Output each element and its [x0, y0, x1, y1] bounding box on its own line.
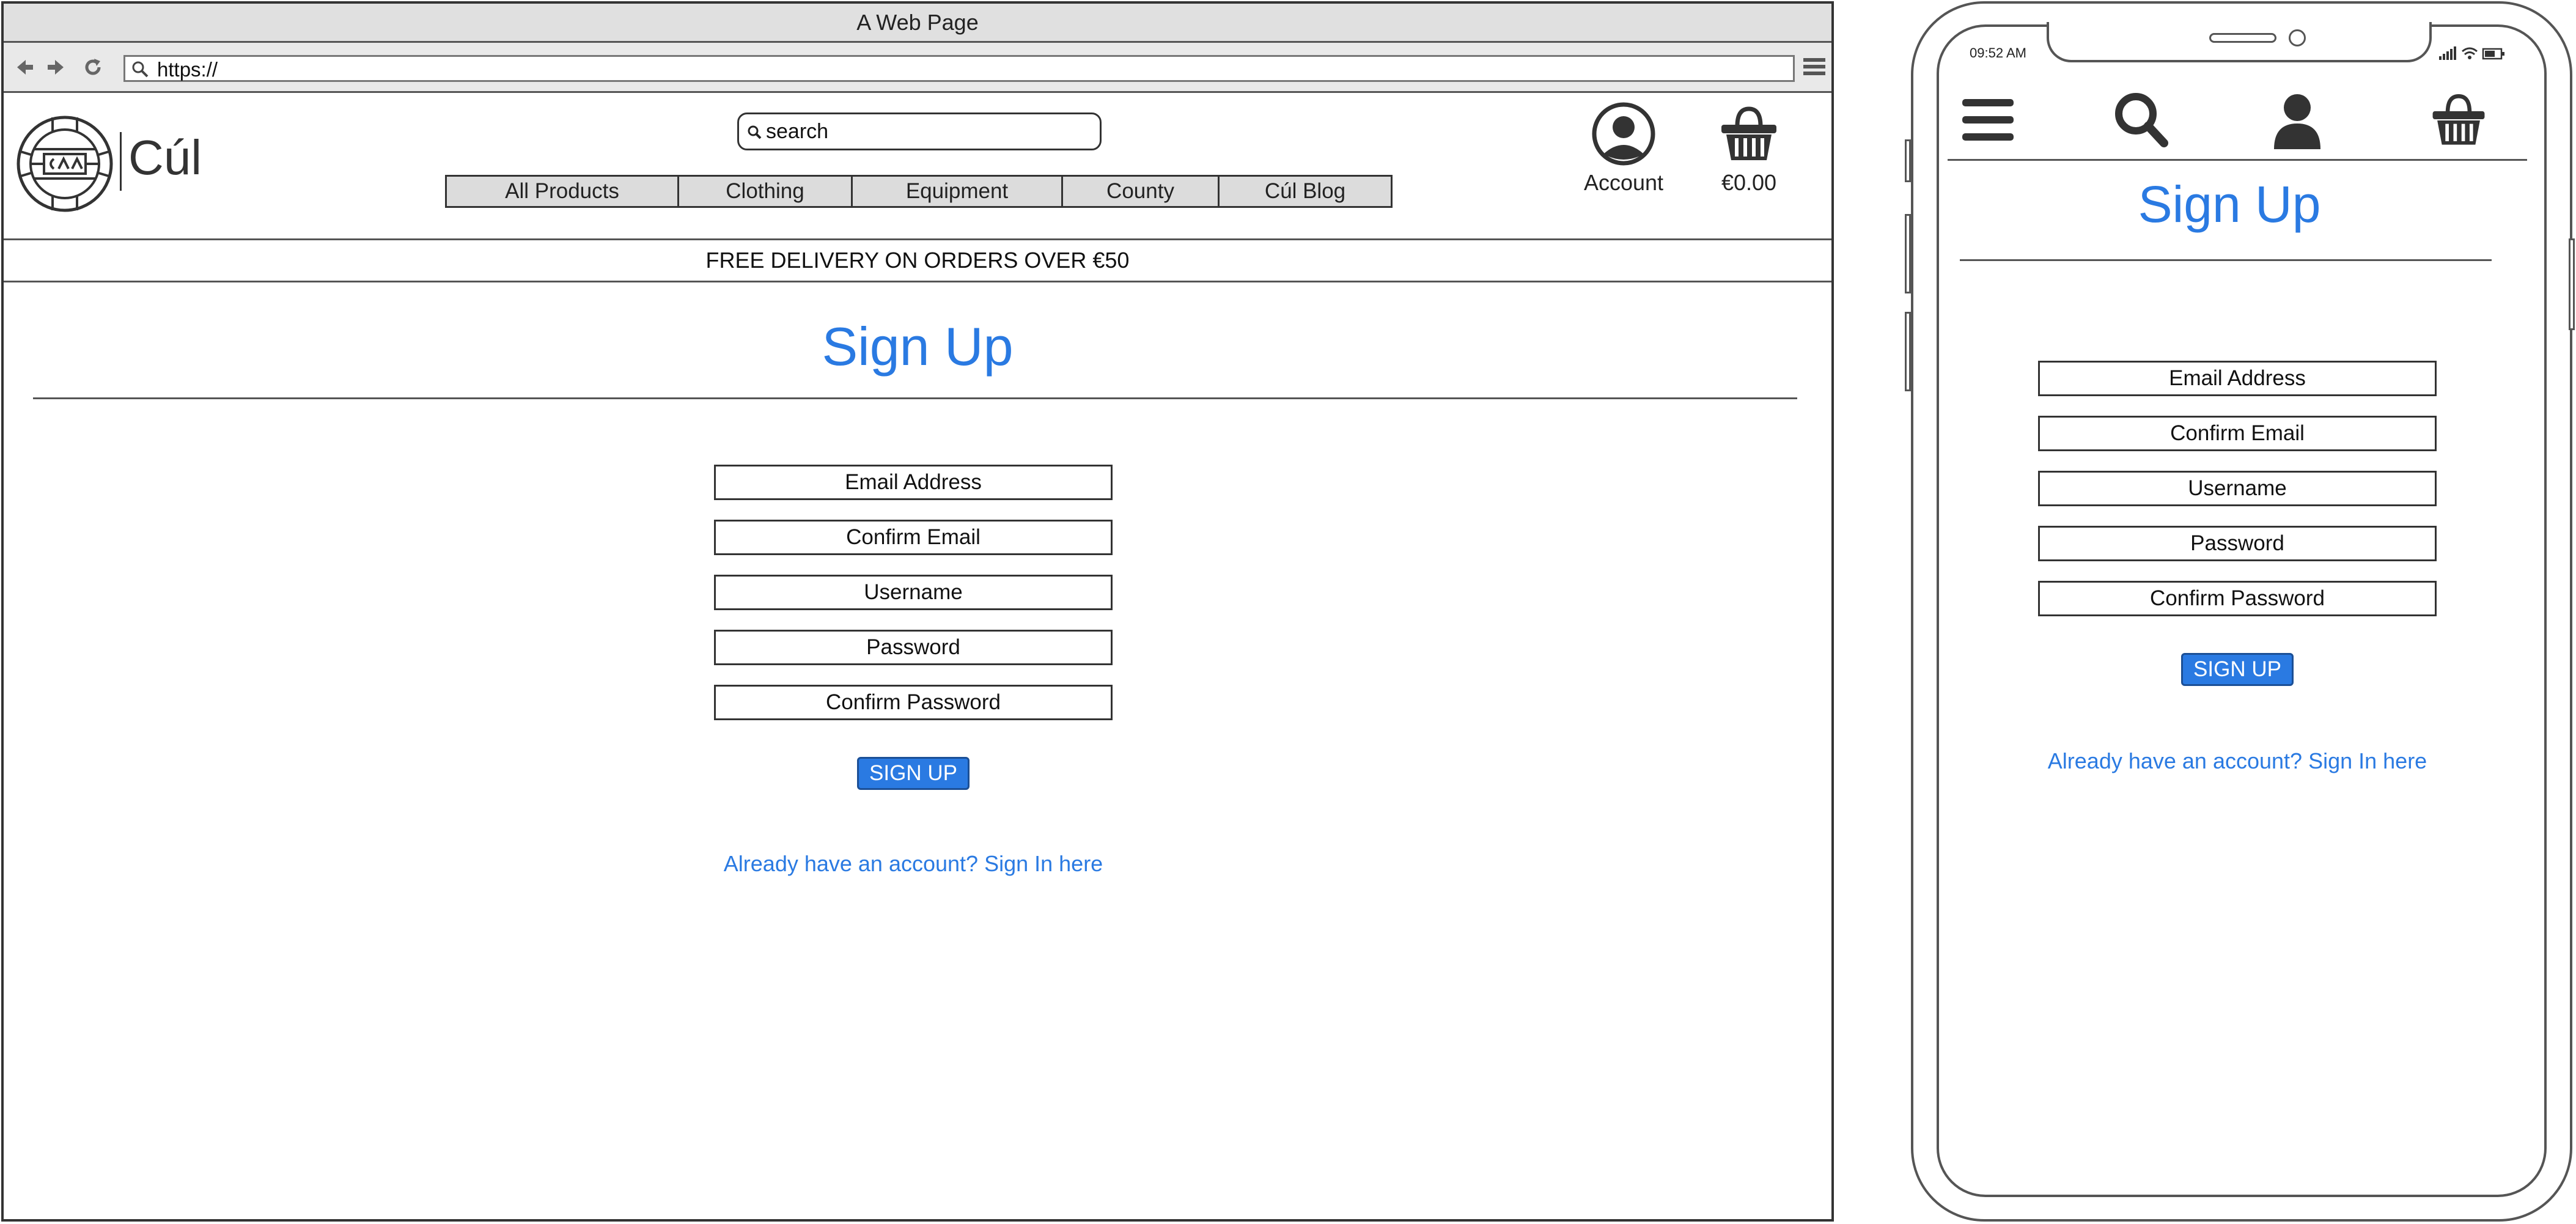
account-link[interactable]: Account	[1575, 101, 1673, 196]
account-label: Account	[1583, 170, 1664, 195]
mobile-email-address-field[interactable]: Email Address	[2038, 361, 2437, 396]
menu-icon[interactable]	[1957, 89, 2018, 150]
mobile-sign-in-link[interactable]: Already have an account? Sign In here	[1974, 748, 2500, 774]
phone-side-button	[1905, 312, 1911, 391]
mobile-page-title: Sign Up	[2138, 175, 2321, 233]
phone-side-button	[1905, 214, 1911, 293]
nav-item-clothing[interactable]: Clothing	[679, 177, 853, 206]
nav-item-county[interactable]: County	[1063, 177, 1220, 206]
title-divider	[33, 397, 1797, 399]
nav-item-all-products[interactable]: All Products	[447, 177, 679, 206]
sign-in-link[interactable]: Already have an account? Sign In here	[615, 851, 1212, 877]
signal-icon	[2439, 46, 2456, 60]
phone-camera	[2289, 29, 2306, 46]
desktop-browser-window: A Web Page https:// Cúl search All Produ…	[1, 1, 1834, 1222]
page-title: Sign Up	[822, 316, 1014, 377]
address-bar[interactable]: https://	[123, 55, 1795, 82]
mobile-confirm-password-field[interactable]: Confirm Password	[2038, 581, 2437, 616]
confirm-password-field[interactable]: Confirm Password	[714, 685, 1113, 720]
password-field[interactable]: Password	[714, 630, 1113, 665]
site-search[interactable]	[737, 112, 1102, 150]
basket-icon	[1721, 106, 1776, 160]
browser-toolbar: https://	[4, 43, 1831, 93]
delivery-banner: FREE DELIVERY ON ORDERS OVER €50	[4, 238, 1831, 282]
mobile-confirm-email-field[interactable]: Confirm Email	[2038, 416, 2437, 451]
search-icon	[748, 125, 762, 139]
cart-link[interactable]: €0.00	[1703, 101, 1795, 196]
phone-side-button	[1905, 139, 1911, 182]
cart-total: €0.00	[1721, 170, 1777, 195]
account-icon	[1592, 102, 1655, 166]
mobile-header-divider	[1948, 159, 2527, 161]
main-nav: All Products Clothing Equipment County C…	[445, 175, 1393, 208]
mobile-title-divider	[1960, 259, 2492, 261]
phone-side-button	[2569, 238, 2575, 330]
window-title: A Web Page	[856, 9, 979, 35]
logo-ball-icon[interactable]	[16, 115, 114, 213]
nav-item-cul-blog[interactable]: Cúl Blog	[1220, 177, 1391, 206]
delivery-banner-text: FREE DELIVERY ON ORDERS OVER €50	[705, 248, 1130, 273]
back-arrow-icon[interactable]	[12, 55, 37, 79]
search-input[interactable]	[766, 118, 1090, 145]
brand-name[interactable]: Cúl	[128, 130, 202, 186]
email-address-field[interactable]: Email Address	[714, 465, 1113, 500]
hamburger-menu-icon[interactable]	[1802, 55, 1827, 79]
phone-speaker	[2209, 33, 2276, 43]
mobile-sign-up-button[interactable]: SIGN UP	[2181, 653, 2294, 686]
mobile-password-field[interactable]: Password	[2038, 526, 2437, 561]
browser-titlebar: A Web Page	[4, 4, 1831, 43]
url-text: https://	[157, 58, 218, 81]
mobile-username-field[interactable]: Username	[2038, 471, 2437, 506]
username-field[interactable]: Username	[714, 575, 1113, 610]
battery-icon	[2482, 48, 2504, 60]
status-bar-time: 09:52 AM	[1970, 45, 2026, 61]
basket-icon[interactable]	[2428, 89, 2489, 150]
confirm-email-field[interactable]: Confirm Email	[714, 520, 1113, 555]
reload-icon[interactable]	[81, 55, 105, 79]
status-bar-icons	[2439, 46, 2504, 60]
nav-item-equipment[interactable]: Equipment	[853, 177, 1063, 206]
sign-up-button[interactable]: SIGN UP	[857, 757, 970, 790]
forward-arrow-icon[interactable]	[44, 55, 68, 79]
account-icon[interactable]	[2267, 89, 2328, 150]
brand-separator	[120, 132, 122, 191]
wifi-icon	[2462, 47, 2478, 59]
search-icon[interactable]	[2110, 89, 2171, 150]
search-icon	[132, 61, 149, 78]
